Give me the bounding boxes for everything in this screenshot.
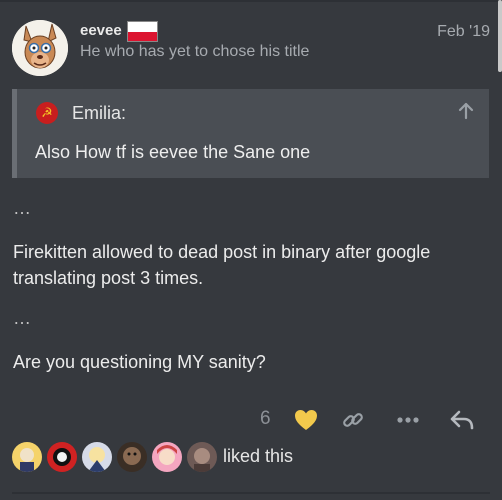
quote-block: ☭ Emilia: Also How tf is eevee the Sane … bbox=[12, 89, 489, 178]
liker-avatar-icon bbox=[12, 442, 42, 472]
bottom-divider bbox=[12, 492, 490, 494]
top-divider bbox=[0, 0, 502, 2]
post-paragraph: Firekitten allowed to dead post in binar… bbox=[13, 242, 431, 288]
scrollbar[interactable] bbox=[498, 0, 502, 72]
more-button[interactable] bbox=[394, 406, 422, 434]
post-date[interactable]: Feb '19 bbox=[437, 23, 490, 41]
username[interactable]: eevee bbox=[80, 22, 122, 39]
liker-avatar-icon bbox=[47, 442, 77, 472]
arrow-up-icon[interactable] bbox=[457, 102, 475, 125]
liker-avatar-icon bbox=[82, 442, 112, 472]
hammer-sickle-avatar-icon[interactable]: ☭ bbox=[36, 102, 58, 124]
liker-avatar[interactable] bbox=[117, 442, 147, 472]
reply-icon bbox=[450, 410, 474, 430]
poland-flag-icon bbox=[127, 21, 158, 42]
liker-avatar[interactable] bbox=[152, 442, 182, 472]
like-count[interactable]: 6 bbox=[260, 408, 271, 430]
post-paragraph: Are you questioning MY sanity? bbox=[13, 352, 266, 372]
liker-avatar[interactable] bbox=[47, 442, 77, 472]
user-title: He who has yet to chose his title bbox=[80, 43, 310, 60]
ellipsis-text: … bbox=[13, 308, 31, 328]
ellipsis-icon bbox=[397, 417, 419, 423]
liked-this-text: liked this bbox=[223, 446, 294, 466]
liker-avatar[interactable] bbox=[187, 442, 217, 472]
share-link-button[interactable] bbox=[339, 406, 367, 434]
heart-icon bbox=[295, 410, 317, 430]
reply-button[interactable] bbox=[448, 406, 476, 434]
link-icon bbox=[343, 413, 363, 427]
liker-avatar-icon bbox=[117, 442, 147, 472]
kangaroo-avatar-icon bbox=[12, 20, 68, 76]
liker-avatar-icon bbox=[152, 442, 182, 472]
quote-text: Also How tf is eevee the Sane one bbox=[35, 142, 311, 162]
quote-author[interactable]: Emilia: bbox=[72, 103, 126, 124]
liker-avatar-icon bbox=[187, 442, 217, 472]
liker-avatar[interactable] bbox=[82, 442, 112, 472]
liker-avatar[interactable] bbox=[12, 442, 42, 472]
like-button[interactable] bbox=[292, 406, 320, 434]
ellipsis-text: … bbox=[13, 198, 31, 218]
user-avatar[interactable] bbox=[12, 20, 68, 76]
